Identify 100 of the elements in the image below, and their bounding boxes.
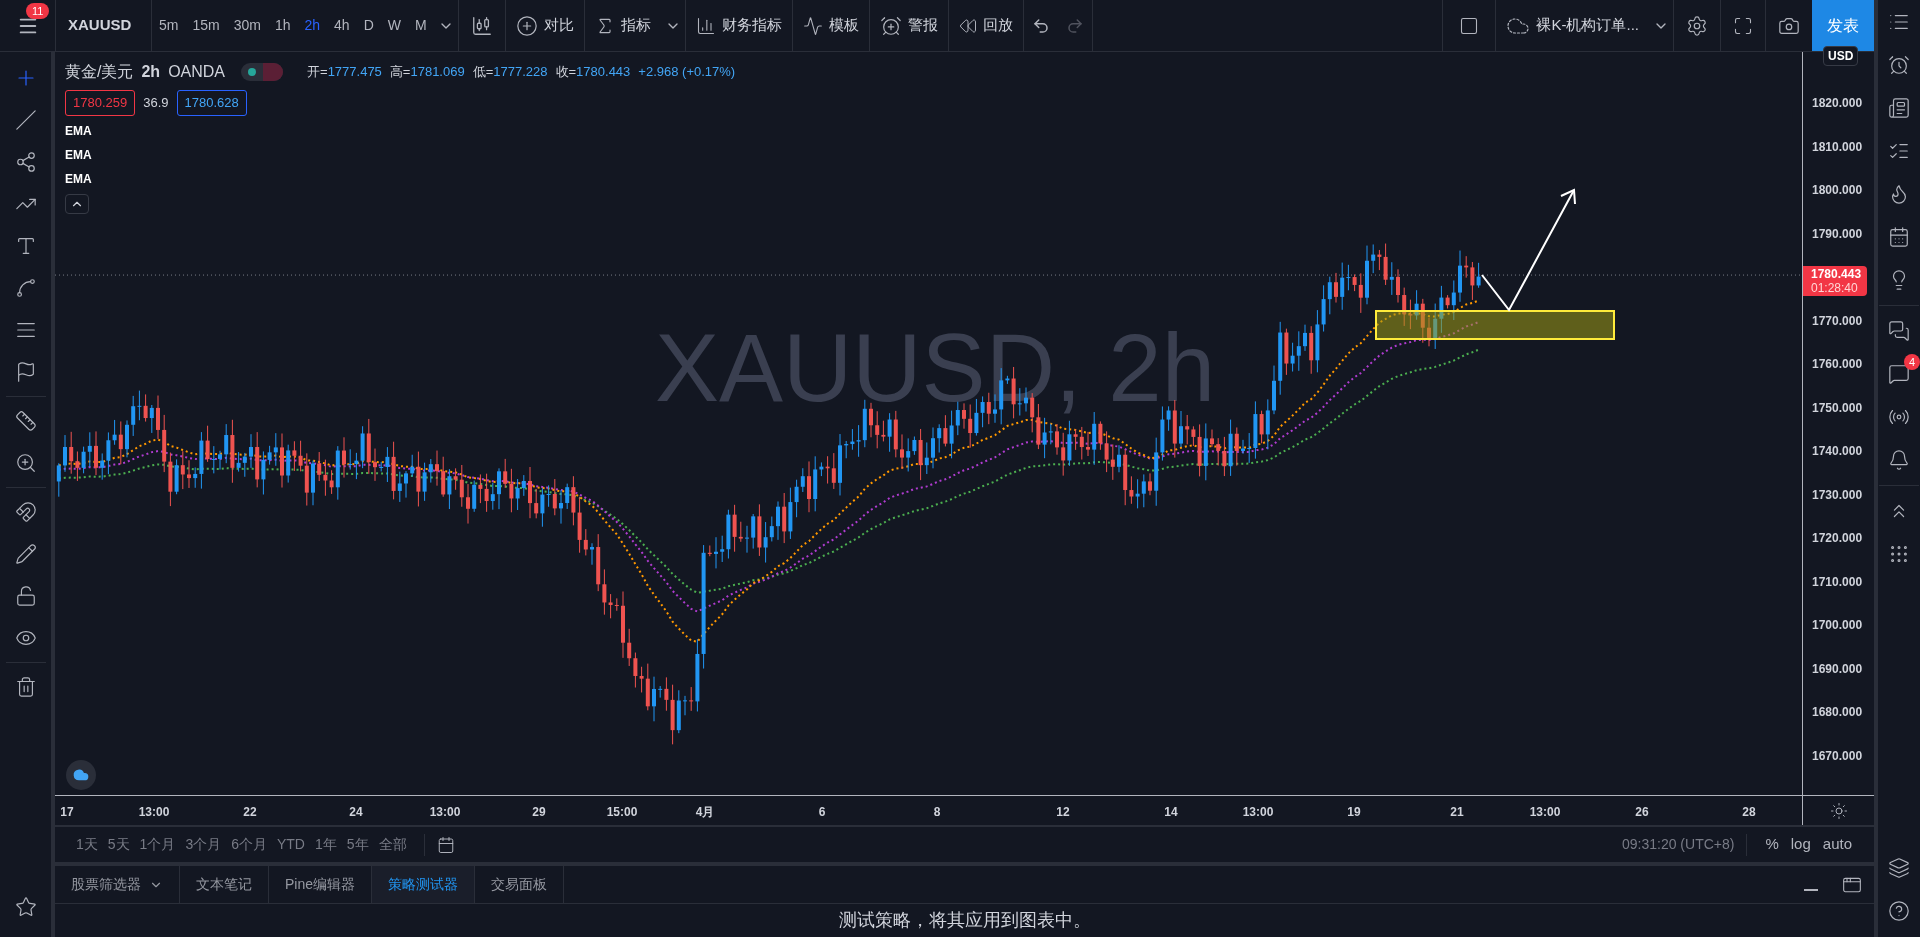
candlestick-icon [470, 14, 493, 37]
price-label: 1680.000 [1812, 706, 1863, 718]
indicator-label[interactable]: EMA [65, 169, 92, 188]
spread-value: 36.9 [143, 94, 169, 112]
panel-tab[interactable]: 股票筛选器 [55, 866, 180, 903]
interval-button[interactable]: 4h [327, 0, 357, 51]
interval-button[interactable]: 2h [297, 0, 328, 51]
time-label: 17 [60, 804, 74, 821]
time-label: 13:00 [429, 804, 461, 821]
collapse-button[interactable] [65, 193, 89, 214]
panel-tab[interactable]: 交易面板 [475, 866, 565, 903]
range-button[interactable]: 3个月 [180, 834, 227, 855]
time-label: 13:00 [138, 804, 170, 821]
zoom-icon [14, 452, 37, 474]
lock-drawing-icon [14, 543, 37, 565]
menu-button[interactable]: 11 [0, 0, 55, 51]
range-button[interactable]: 1年 [310, 834, 342, 855]
layout-name-button[interactable]: 裸K-机构订单... [1496, 0, 1649, 51]
empty-state-message: 测试策略，将其应用到图表中。 [838, 909, 1091, 931]
replay-button[interactable]: 回放 [948, 0, 1023, 51]
range-button[interactable]: YTD [272, 834, 310, 855]
unlock-icon [14, 585, 37, 607]
undo-icon [1031, 16, 1050, 35]
chats-icon [1888, 320, 1910, 342]
bid-price[interactable]: 1780.259 [65, 90, 136, 116]
notification-badge: 11 [26, 3, 50, 19]
interval-button[interactable]: 1h [267, 0, 298, 51]
calendar-icon [1888, 226, 1910, 248]
go-to-date-button[interactable] [436, 835, 455, 854]
interval-button[interactable]: M [408, 0, 434, 51]
range-button[interactable]: 全部 [373, 834, 412, 855]
time-label: 8 [933, 804, 941, 821]
alert-button[interactable]: 警报 [869, 0, 948, 51]
calendar-icon [436, 835, 455, 854]
magnet-icon [14, 501, 37, 523]
alarm-icon [879, 14, 902, 37]
financials-button[interactable]: 财务指标 [685, 0, 792, 51]
symbol-search[interactable]: XAUUSD [56, 0, 151, 51]
time-label: 6 [818, 804, 826, 821]
interval-button[interactable]: D [356, 0, 381, 51]
notifications-icon [1888, 449, 1910, 471]
ruler-icon [14, 410, 37, 432]
compare-button[interactable]: 对比 [505, 0, 584, 51]
templates-button[interactable]: 模板 [792, 0, 869, 51]
countdown: 01:28:40 [1811, 281, 1859, 296]
range-button[interactable]: 1天 [71, 834, 103, 855]
symbol-title: 黄金/美元 [65, 62, 134, 82]
price-label: 1730.000 [1812, 488, 1863, 501]
interval-button[interactable]: 30m [226, 0, 268, 51]
minimize-icon [1804, 888, 1818, 891]
favorites-icon [14, 896, 37, 918]
news-icon [1888, 97, 1910, 119]
ohlc-value: 1780.443 [576, 63, 631, 82]
indicator-label[interactable]: EMA [65, 121, 92, 140]
range-button[interactable]: 5年 [341, 834, 374, 855]
price-label: 1740.000 [1812, 445, 1863, 457]
source-label: OANDA [168, 62, 226, 82]
price-label: 1810.000 [1812, 140, 1863, 153]
interval-label: 2h [141, 62, 161, 82]
redo-icon [1065, 16, 1084, 35]
price-label: 1700.000 [1812, 619, 1863, 631]
help-icon [1888, 900, 1910, 922]
axis-settings-button[interactable] [1829, 801, 1848, 820]
time-label: 26 [1635, 804, 1649, 821]
rewind-icon [958, 16, 977, 35]
time-label: 12 [1056, 804, 1070, 821]
range-button[interactable]: 1个月 [134, 834, 181, 855]
indicator-label[interactable]: EMA [65, 145, 92, 164]
indicators-button[interactable]: 指标 [584, 0, 661, 51]
notification-badge: 4 [1904, 354, 1920, 370]
time-label: 13:00 [1529, 804, 1561, 821]
publish-button[interactable]: 发表 [1812, 0, 1874, 51]
interval-button[interactable]: 15m [185, 0, 227, 51]
clock-text[interactable]: 09:31:20 (UTC+8) [1621, 834, 1735, 855]
delete-icon [14, 676, 37, 698]
chart-icon [802, 15, 823, 36]
plus-icon [515, 14, 538, 37]
trend-line-icon [14, 109, 37, 131]
ohlc-label: 高= [389, 63, 411, 82]
market-open-icon [248, 68, 257, 76]
range-button[interactable]: 5天 [102, 834, 135, 855]
panel-tab[interactable]: 策略测试器 [372, 866, 476, 903]
ohlc-label: 收= [555, 63, 577, 82]
interval-button[interactable]: 5m [152, 0, 186, 51]
last-price: 1780.443 [1811, 267, 1859, 282]
scale-option[interactable]: % [1759, 833, 1785, 856]
ask-price[interactable]: 1780.628 [176, 90, 247, 116]
layers-icon [1888, 857, 1910, 879]
ohlc-value: 1777.228 [493, 63, 548, 82]
price-label: 1790.000 [1812, 227, 1863, 240]
scale-option[interactable]: auto [1816, 833, 1858, 856]
alerts-icon [1888, 54, 1910, 76]
panel-tab[interactable]: 文本笔记 [180, 866, 269, 903]
time-label: 29 [532, 804, 546, 821]
price-label: 1750.000 [1812, 401, 1863, 414]
range-button[interactable]: 6个月 [226, 834, 272, 855]
messages-icon [1888, 363, 1910, 385]
scale-option[interactable]: log [1784, 833, 1817, 856]
currency-badge[interactable]: USD [1823, 46, 1859, 66]
interval-button[interactable]: W [380, 0, 408, 51]
